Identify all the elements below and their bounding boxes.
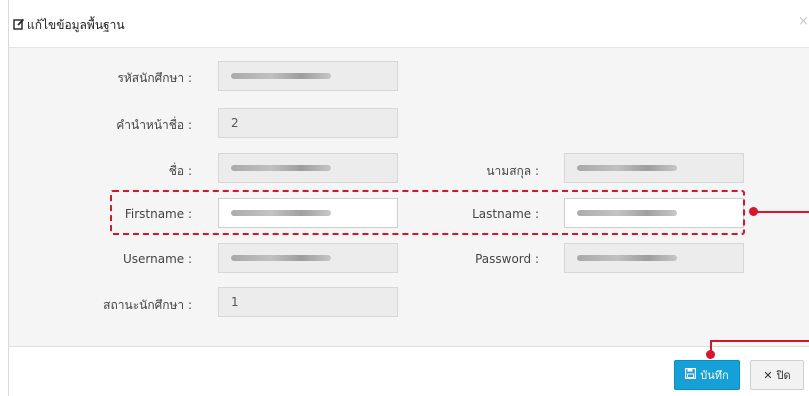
modal-title-text: แก้ไขข้อมูลพื้นฐาน [27, 18, 125, 32]
redacted-value [231, 73, 331, 79]
redacted-value [231, 165, 331, 171]
redacted-value [231, 255, 331, 261]
x-icon: ✕ [763, 368, 773, 382]
modal-title: แก้ไขข้อมูลพื้นฐาน [13, 16, 125, 35]
last-name-th-field [564, 153, 744, 183]
annotation-line [756, 211, 809, 213]
redacted-value [577, 255, 677, 261]
username-label: Username : [122, 252, 192, 266]
student-id-field [218, 61, 398, 91]
last-name-th-label: นามสกุล : [486, 164, 539, 178]
save-button[interactable]: บันทึก [674, 360, 740, 390]
floppy-disk-icon [685, 368, 697, 382]
save-button-label: บันทึก [700, 369, 729, 382]
redacted-value [577, 165, 677, 171]
username-field [218, 243, 398, 273]
close-button[interactable]: ✕ ปิด [750, 360, 804, 390]
student-status-label: สถานะนักศึกษา : [103, 298, 192, 312]
first-name-th-field [218, 153, 398, 183]
close-button-label: ปิด [776, 369, 791, 382]
first-name-th-label: ชื่อ : [168, 164, 192, 178]
close-icon[interactable]: × [798, 14, 809, 29]
annotation-dot [706, 350, 715, 359]
prefix-field: 2 [218, 108, 398, 138]
password-field [564, 243, 744, 273]
password-label: Password : [475, 252, 539, 266]
student-id-label: รหัสนักศึกษา : [117, 71, 192, 85]
highlight-box [110, 190, 745, 235]
modal-header: แก้ไขข้อมูลพื้นฐาน × [9, 0, 809, 48]
annotation-line [710, 340, 809, 342]
edit-icon [13, 18, 25, 33]
student-status-field: 1 [218, 287, 398, 317]
prefix-label: คำนำหน้าชื่อ : [116, 118, 192, 132]
